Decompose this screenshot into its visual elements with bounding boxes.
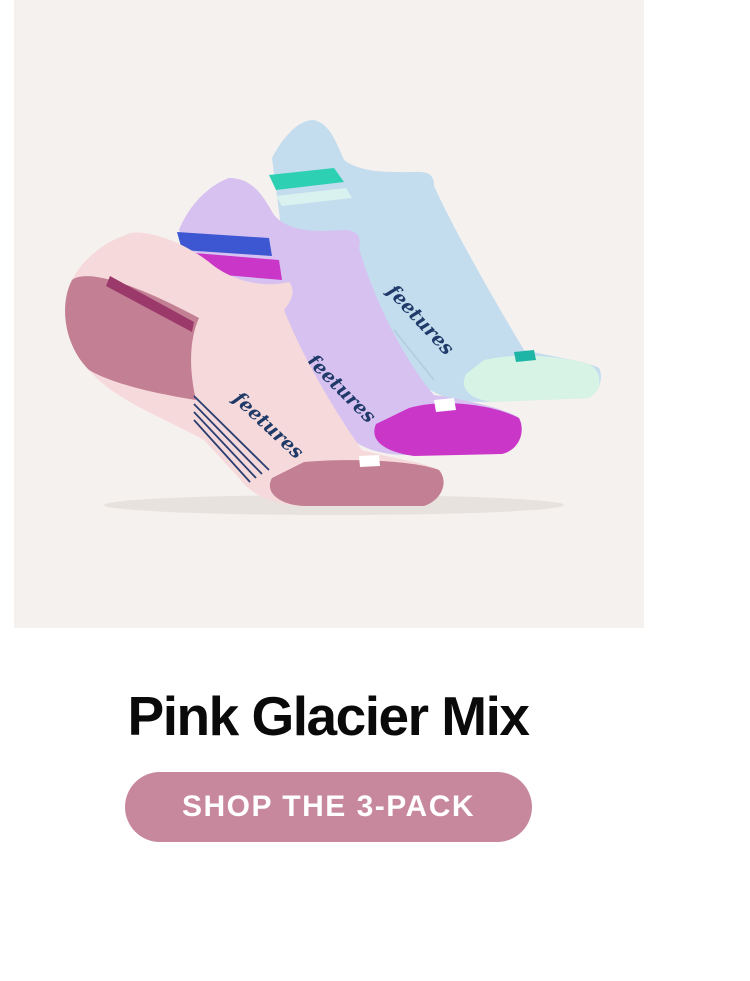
product-image[interactable]: feetures feetures feetures <box>14 0 644 628</box>
sock-3-pack-illustration: feetures feetures feetures <box>65 120 601 515</box>
shop-3-pack-button[interactable]: SHOP THE 3-PACK <box>125 772 532 842</box>
product-title: Pink Glacier Mix <box>127 685 530 747</box>
